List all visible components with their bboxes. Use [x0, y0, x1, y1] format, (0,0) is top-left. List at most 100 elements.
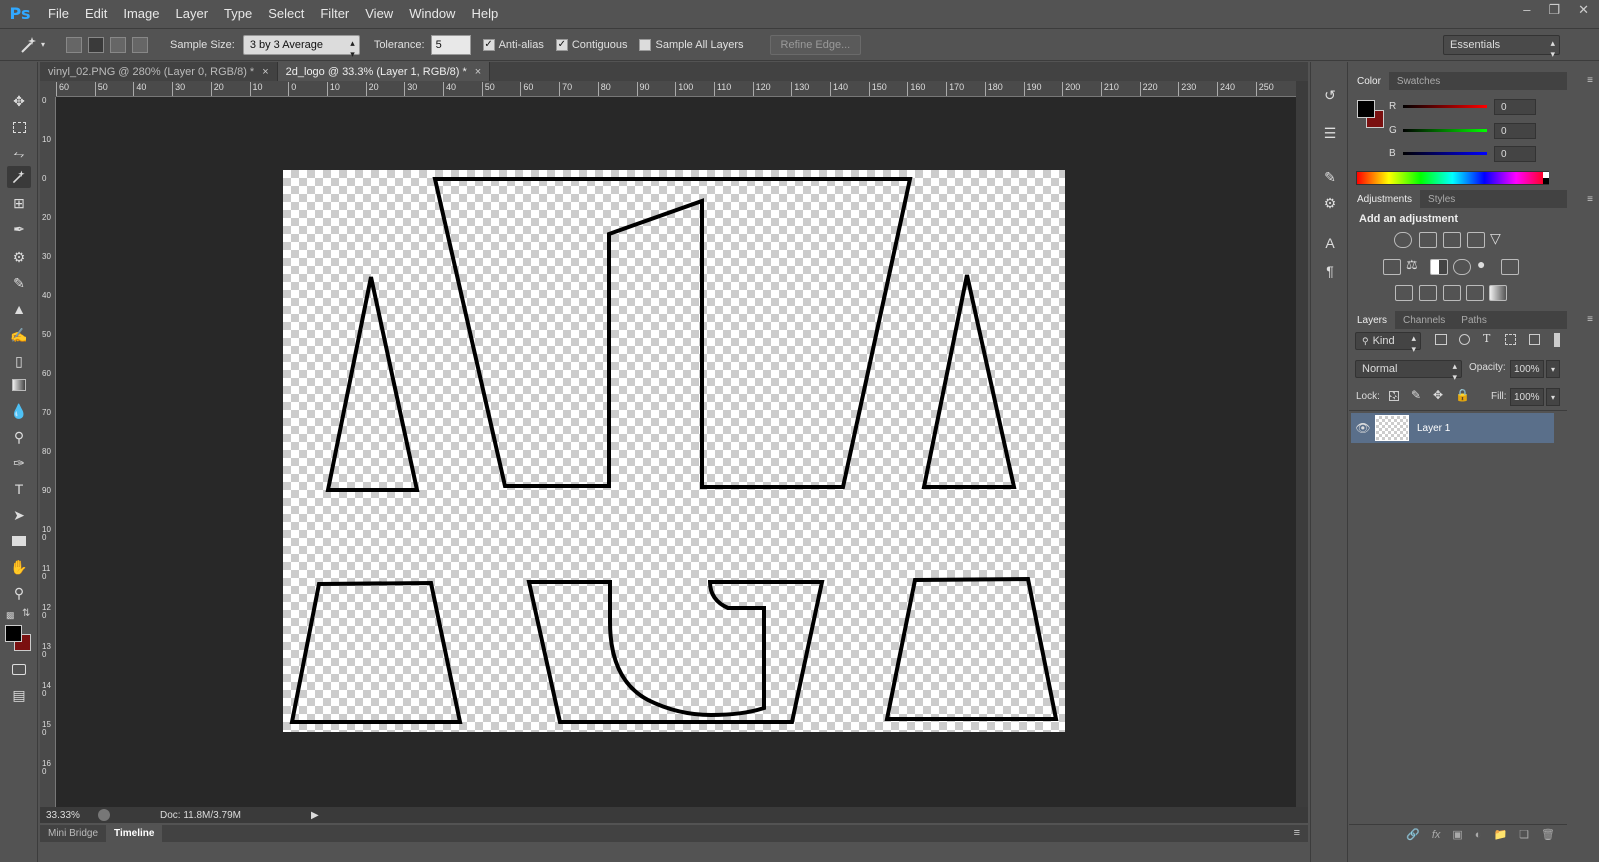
default-colors-icon[interactable]: ▩ — [6, 610, 15, 621]
red-value[interactable]: 0 — [1494, 99, 1536, 115]
photo-filter-icon[interactable] — [1453, 259, 1471, 275]
add-to-selection-icon[interactable] — [88, 36, 104, 53]
anti-alias-checkbox[interactable]: ✓ — [482, 38, 495, 51]
levels-icon[interactable] — [1419, 232, 1437, 248]
zoom-level[interactable]: 33.33% — [46, 810, 90, 821]
blur-tool-icon[interactable]: 💧 — [7, 400, 31, 422]
eye-icon[interactable]: 👁 — [1351, 421, 1375, 435]
properties-icon[interactable]: ☰ — [1319, 122, 1341, 144]
lock-pixels-icon[interactable]: ✎ — [1411, 388, 1421, 402]
black-swatch[interactable] — [1543, 178, 1549, 184]
contiguous-checkbox[interactable]: ✓ — [555, 38, 568, 51]
subtract-from-selection-icon[interactable] — [110, 36, 126, 53]
invert-icon[interactable] — [1395, 285, 1413, 301]
swap-colors-icon[interactable]: ⇅ — [22, 608, 30, 619]
channel-mixer-icon[interactable]: ● — [1477, 256, 1485, 272]
blue-slider[interactable]: B — [1389, 144, 1487, 162]
tab-paths[interactable]: Paths — [1453, 311, 1495, 329]
chevron-down-icon[interactable]: ▾ — [1546, 388, 1560, 406]
marquee-tool-icon[interactable] — [7, 116, 31, 138]
eyedropper-tool-icon[interactable]: ✒ — [7, 218, 31, 240]
status-menu-icon[interactable] — [98, 809, 110, 821]
crop-tool-icon[interactable]: ⊞ — [7, 192, 31, 214]
tab-channels[interactable]: Channels — [1395, 311, 1453, 329]
vertical-scrollbar[interactable] — [1296, 81, 1308, 807]
panel-menu-icon[interactable]: ≡ — [1587, 194, 1593, 205]
link-layers-icon[interactable]: 🔗 — [1406, 828, 1420, 841]
filter-toggle-icon[interactable] — [1554, 333, 1560, 347]
layer-name[interactable]: Layer 1 — [1417, 423, 1450, 434]
intersect-selection-icon[interactable] — [132, 36, 148, 53]
lasso-tool-icon[interactable]: ⥊ — [7, 142, 31, 164]
layer-row[interactable]: 👁 Layer 1 — [1351, 413, 1554, 443]
foreground-color-swatch[interactable] — [1357, 100, 1375, 118]
trash-icon[interactable]: 🗑 — [1541, 828, 1555, 841]
tab-styles[interactable]: Styles — [1420, 190, 1463, 208]
document-canvas[interactable] — [283, 170, 1065, 732]
workspace-dropdown[interactable]: Essentials ▴ ▾ — [1443, 35, 1560, 59]
panel-menu-icon[interactable]: ≡ — [1587, 75, 1593, 86]
fx-icon[interactable]: fx — [1432, 829, 1441, 841]
green-slider[interactable]: G — [1389, 121, 1487, 139]
green-value[interactable]: 0 — [1494, 123, 1536, 139]
menu-edit[interactable]: Edit — [77, 6, 115, 21]
opacity-input[interactable]: 100% — [1510, 360, 1544, 378]
color-spectrum[interactable] — [1356, 171, 1549, 185]
shape-layer-filter-icon[interactable] — [1505, 334, 1516, 345]
tab-2d-logo[interactable]: 2d_logo @ 33.3% (Layer 1, RGB/8) * × — [277, 62, 491, 81]
menu-select[interactable]: Select — [260, 6, 312, 21]
menu-layer[interactable]: Layer — [168, 6, 217, 21]
move-tool-icon[interactable]: ✥ — [7, 90, 31, 112]
eraser-tool-icon[interactable]: ▯ — [7, 350, 31, 372]
new-selection-icon[interactable] — [66, 36, 82, 53]
tab-adjustments[interactable]: Adjustments — [1349, 190, 1421, 208]
threshold-icon[interactable] — [1443, 285, 1461, 301]
curves-icon[interactable] — [1443, 232, 1461, 248]
panel-menu-icon[interactable]: ≡ — [1294, 827, 1300, 839]
paragraph-icon[interactable]: ¶ — [1319, 260, 1341, 282]
history-brush-tool-icon[interactable]: ✍ — [7, 324, 31, 346]
blend-mode-dropdown[interactable]: Normal ▴ ▾ — [1355, 360, 1462, 382]
dodge-tool-icon[interactable]: ⚲ — [7, 426, 31, 448]
tab-vinyl[interactable]: vinyl_02.PNG @ 280% (Layer 0, RGB/8) * × — [40, 62, 278, 81]
selective-color-icon[interactable] — [1466, 285, 1484, 301]
color-lookup-icon[interactable] — [1501, 259, 1519, 275]
type-tool-icon[interactable]: T — [7, 478, 31, 500]
pen-tool-icon[interactable]: ✑ — [7, 452, 31, 474]
menu-image[interactable]: Image — [115, 6, 167, 21]
brush-tool-icon[interactable]: ✎ — [7, 272, 31, 294]
red-slider[interactable]: R — [1389, 97, 1487, 115]
menu-file[interactable]: File — [40, 6, 77, 21]
lock-position-icon[interactable]: ✥ — [1433, 388, 1443, 402]
brush-settings-icon[interactable]: ⚙ — [1319, 192, 1341, 214]
add-mask-icon[interactable]: ▣ — [1452, 828, 1462, 841]
smart-object-filter-icon[interactable] — [1529, 334, 1540, 345]
close-button[interactable]: ✕ — [1578, 2, 1589, 18]
adjustment-layer-filter-icon[interactable] — [1459, 334, 1470, 345]
menu-filter[interactable]: Filter — [312, 6, 357, 21]
minimize-button[interactable]: – — [1523, 2, 1530, 18]
menu-type[interactable]: Type — [216, 6, 260, 21]
color-balance-icon[interactable]: ⚖ — [1406, 257, 1418, 273]
tab-timeline[interactable]: Timeline — [106, 825, 163, 842]
magic-wand-tool-icon[interactable] — [7, 166, 31, 188]
lock-transparent-icon[interactable] — [1389, 391, 1399, 401]
tab-color[interactable]: Color — [1349, 72, 1389, 90]
gradient-map-icon[interactable] — [1489, 285, 1507, 301]
blue-track[interactable] — [1403, 151, 1487, 155]
layer-filter-kind[interactable]: ⚲ Kind ▴ ▾ — [1355, 332, 1421, 354]
green-track[interactable] — [1403, 128, 1487, 132]
pixel-layer-filter-icon[interactable] — [1435, 334, 1447, 345]
menu-view[interactable]: View — [357, 6, 401, 21]
menu-window[interactable]: Window — [401, 6, 463, 21]
refine-edge-button[interactable]: Refine Edge... — [769, 34, 862, 55]
screen-mode-icon[interactable]: ▤ — [7, 684, 31, 706]
clone-stamp-tool-icon[interactable]: ▲ — [7, 298, 31, 320]
red-track[interactable] — [1403, 104, 1487, 108]
close-icon[interactable]: × — [475, 66, 481, 78]
fill-input[interactable]: 100% — [1510, 388, 1544, 406]
path-selection-tool-icon[interactable]: ➤ — [7, 504, 31, 526]
rectangle-tool-icon[interactable] — [7, 530, 31, 552]
type-layer-filter-icon[interactable]: T — [1483, 332, 1490, 345]
vertical-ruler[interactable]: 0 10 0 20 30 40 50 60 70 80 90 100 110 120 130 140 150 16… — [40, 97, 56, 807]
